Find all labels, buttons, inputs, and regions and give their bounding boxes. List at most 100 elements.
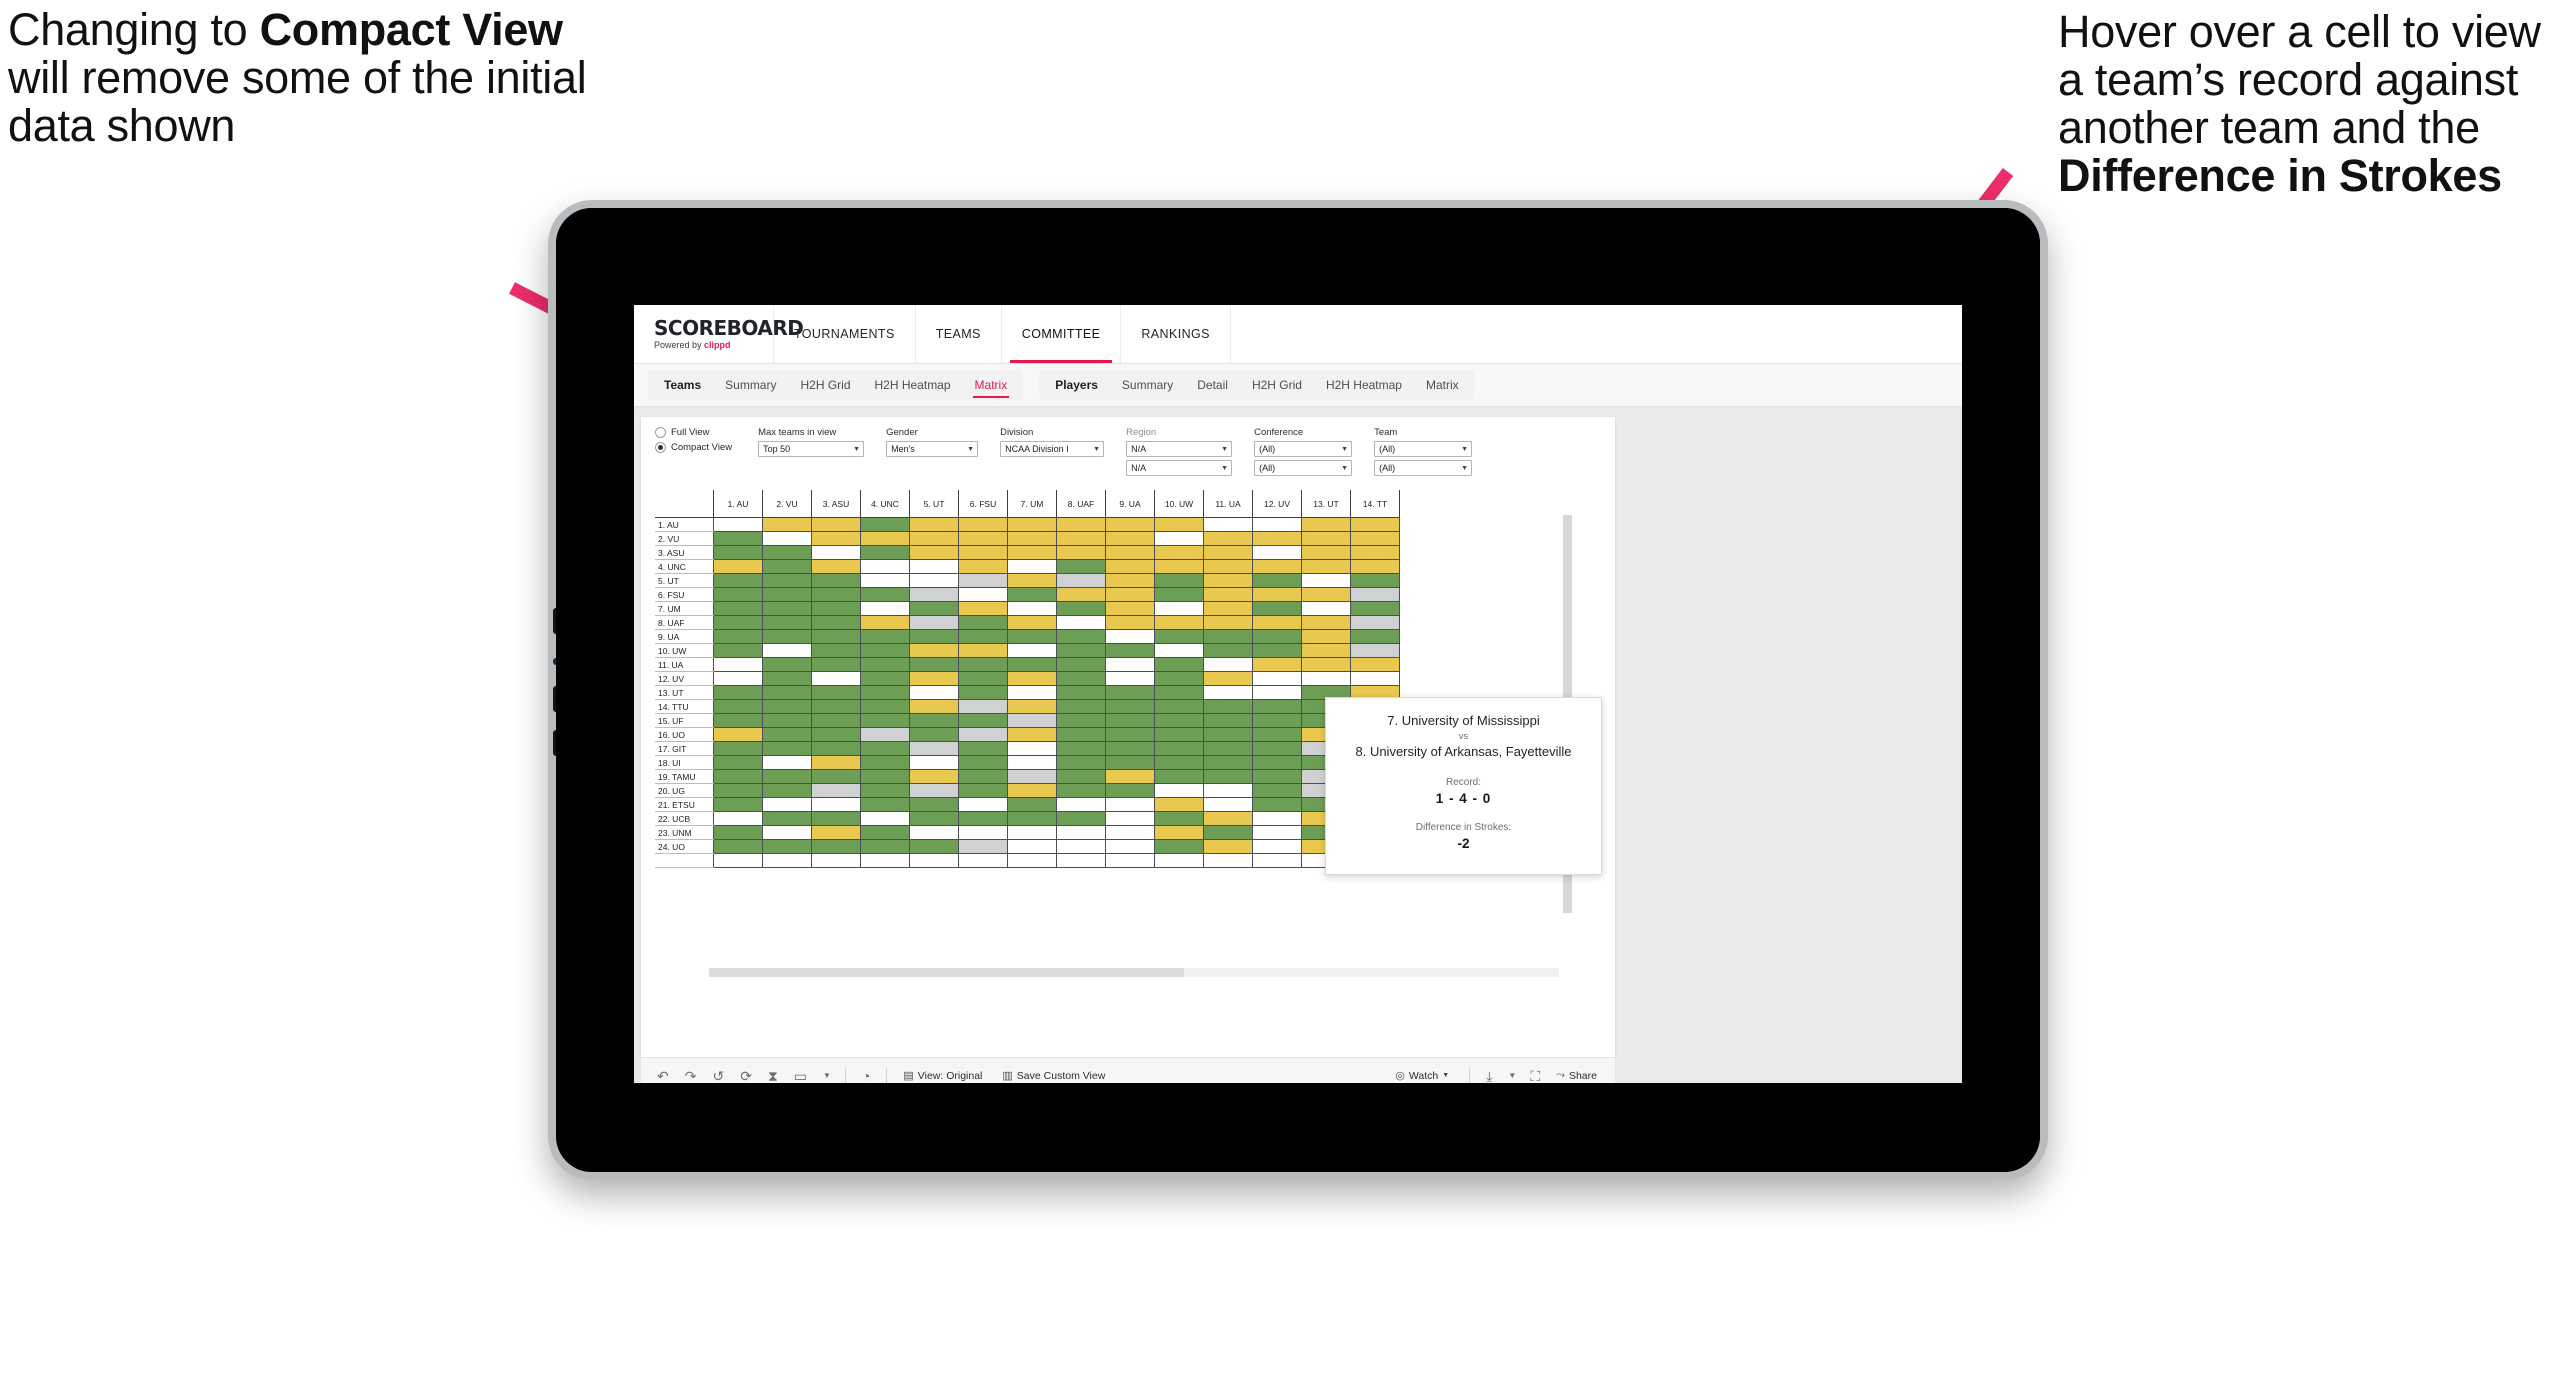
matrix-col-header[interactable]: 8. UAF bbox=[1056, 490, 1106, 518]
matrix-cell[interactable] bbox=[860, 671, 910, 686]
matrix-table[interactable]: 1. AU 2. VU 3. ASU 4. UNC 5. UT 6. FSU 7. UM 8.… bbox=[655, 490, 1400, 868]
matrix-cell[interactable] bbox=[713, 629, 763, 644]
matrix-cell[interactable] bbox=[1252, 811, 1302, 826]
matrix-cell[interactable] bbox=[1154, 727, 1204, 742]
matrix-cell[interactable] bbox=[860, 587, 910, 602]
matrix-cell[interactable] bbox=[1056, 559, 1106, 574]
filter-region-select-2[interactable]: N/A ▼ bbox=[1126, 460, 1233, 476]
matrix-row-header[interactable]: 7. UM bbox=[655, 601, 714, 616]
matrix-cell[interactable] bbox=[958, 629, 1008, 644]
matrix-cell[interactable] bbox=[1350, 559, 1400, 574]
matrix-cell[interactable] bbox=[958, 727, 1008, 742]
matrix-cell[interactable] bbox=[1301, 643, 1351, 658]
matrix-cell[interactable] bbox=[1056, 531, 1106, 546]
matrix-cell[interactable] bbox=[713, 741, 763, 756]
matrix-cell[interactable] bbox=[1350, 601, 1400, 616]
matrix-col-header[interactable]: 4. UNC bbox=[860, 490, 910, 518]
matrix-cell[interactable] bbox=[1301, 559, 1351, 574]
matrix-cell[interactable] bbox=[762, 685, 812, 700]
matrix-cell[interactable] bbox=[1007, 755, 1057, 770]
matrix-cell[interactable] bbox=[1007, 671, 1057, 686]
matrix-cell[interactable] bbox=[1154, 839, 1204, 854]
matrix-cell[interactable] bbox=[762, 671, 812, 686]
matrix-col-header[interactable]: 7. UM bbox=[1007, 490, 1057, 518]
matrix-cell[interactable] bbox=[1007, 517, 1057, 532]
matrix-cell[interactable] bbox=[1154, 601, 1204, 616]
matrix-cell[interactable] bbox=[1154, 615, 1204, 630]
matrix-cell[interactable] bbox=[860, 531, 910, 546]
matrix-cell[interactable] bbox=[811, 671, 861, 686]
matrix-cell[interactable] bbox=[1154, 629, 1204, 644]
matrix-cell[interactable] bbox=[1056, 825, 1106, 840]
matrix-cell[interactable] bbox=[811, 783, 861, 798]
matrix-cell[interactable] bbox=[713, 755, 763, 770]
subnav-teams-summary[interactable]: Summary bbox=[713, 378, 788, 392]
matrix-row-header[interactable]: 18. UI bbox=[655, 755, 714, 770]
matrix-cell[interactable] bbox=[811, 573, 861, 588]
matrix-cell[interactable] bbox=[1203, 797, 1253, 812]
matrix-cell[interactable] bbox=[762, 643, 812, 658]
matrix-cell[interactable] bbox=[762, 615, 812, 630]
matrix-cell[interactable] bbox=[909, 797, 959, 812]
filter-conference-select-2[interactable]: (All) ▼ bbox=[1254, 460, 1353, 476]
matrix-cell[interactable] bbox=[1105, 839, 1155, 854]
filter-region-select-1[interactable]: N/A ▼ bbox=[1126, 441, 1233, 457]
matrix-row-header[interactable]: 8. UAF bbox=[655, 615, 714, 630]
matrix-cell[interactable] bbox=[713, 699, 763, 714]
matrix-cell[interactable] bbox=[1301, 657, 1351, 672]
matrix-cell[interactable] bbox=[1056, 727, 1106, 742]
matrix-cell[interactable] bbox=[1007, 685, 1057, 700]
matrix-cell[interactable] bbox=[1105, 531, 1155, 546]
matrix-cell[interactable] bbox=[909, 755, 959, 770]
matrix-cell[interactable] bbox=[1154, 755, 1204, 770]
matrix-cell[interactable] bbox=[909, 629, 959, 644]
matrix-row-header[interactable]: 12. UV bbox=[655, 671, 714, 686]
matrix-cell[interactable] bbox=[1056, 643, 1106, 658]
matrix-cell[interactable] bbox=[811, 685, 861, 700]
matrix-cell[interactable] bbox=[958, 699, 1008, 714]
matrix-cell[interactable] bbox=[1105, 769, 1155, 784]
scrollbar-thumb[interactable] bbox=[709, 968, 1184, 977]
matrix-cell[interactable] bbox=[1056, 769, 1106, 784]
fullscreen-icon[interactable]: ⛶ bbox=[1530, 1069, 1540, 1083]
matrix-cell[interactable] bbox=[1154, 545, 1204, 560]
matrix-cell[interactable] bbox=[860, 629, 910, 644]
matrix-row-header[interactable]: 1. AU bbox=[655, 517, 714, 532]
matrix-cell[interactable] bbox=[909, 531, 959, 546]
matrix-cell[interactable] bbox=[1252, 587, 1302, 602]
app-logo[interactable]: SCOREBOARD Powered by clippd bbox=[634, 305, 804, 363]
matrix-col-header[interactable]: 2. VU bbox=[762, 490, 812, 518]
matrix-cell[interactable] bbox=[1154, 531, 1204, 546]
matrix-cell[interactable] bbox=[1105, 629, 1155, 644]
matrix-cell[interactable] bbox=[1007, 615, 1057, 630]
matrix-cell[interactable] bbox=[909, 545, 959, 560]
matrix-cell[interactable] bbox=[860, 727, 910, 742]
matrix-cell[interactable] bbox=[1154, 685, 1204, 700]
matrix-col-header[interactable]: 9. UA bbox=[1105, 490, 1155, 518]
matrix-cell[interactable] bbox=[860, 643, 910, 658]
matrix-cell[interactable] bbox=[1203, 573, 1253, 588]
matrix-col-header[interactable]: 3. ASU bbox=[811, 490, 861, 518]
matrix-cell[interactable] bbox=[1007, 573, 1057, 588]
matrix-cell[interactable] bbox=[958, 545, 1008, 560]
matrix-cell[interactable] bbox=[909, 713, 959, 728]
subnav-players-matrix[interactable]: Matrix bbox=[1414, 378, 1471, 392]
matrix-cell[interactable] bbox=[958, 839, 1008, 854]
matrix-cell[interactable] bbox=[1105, 825, 1155, 840]
filter-conference-select-1[interactable]: (All) ▼ bbox=[1254, 441, 1353, 457]
subnav-teams-matrix[interactable]: Matrix bbox=[963, 378, 1020, 398]
matrix-cell[interactable] bbox=[762, 559, 812, 574]
matrix-cell[interactable] bbox=[1203, 671, 1253, 686]
matrix-cell[interactable] bbox=[1056, 755, 1106, 770]
matrix-cell[interactable] bbox=[1252, 531, 1302, 546]
matrix-cell[interactable] bbox=[762, 769, 812, 784]
matrix-cell[interactable] bbox=[713, 839, 763, 854]
matrix-cell[interactable] bbox=[909, 643, 959, 658]
matrix-cell[interactable] bbox=[860, 545, 910, 560]
matrix-cell[interactable] bbox=[958, 643, 1008, 658]
radio-full-view[interactable]: Full View bbox=[655, 427, 732, 438]
matrix-cell[interactable] bbox=[1105, 657, 1155, 672]
matrix-cell[interactable] bbox=[811, 587, 861, 602]
matrix-cell[interactable] bbox=[1007, 825, 1057, 840]
matrix-cell[interactable] bbox=[1056, 685, 1106, 700]
